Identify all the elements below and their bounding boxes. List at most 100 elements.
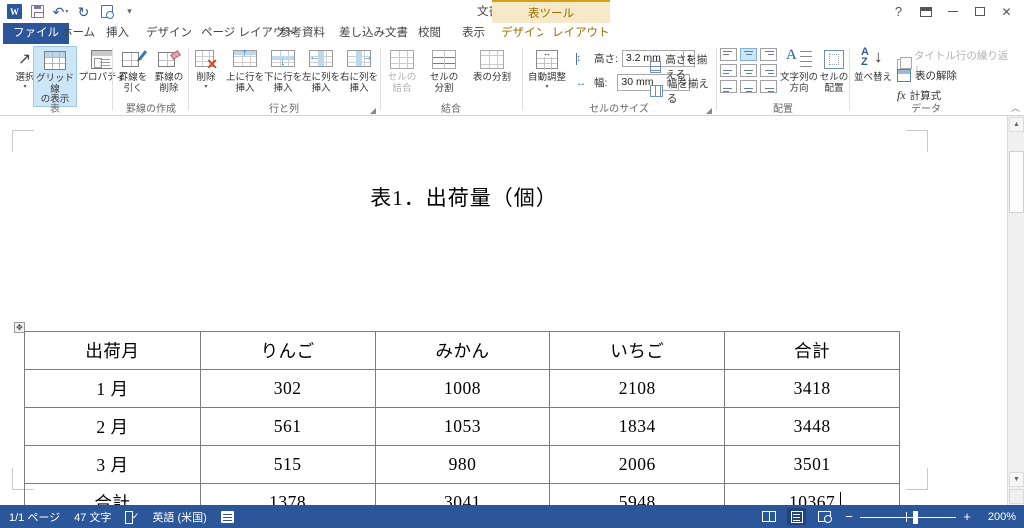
cell-r0-c1[interactable]: 302: [199, 369, 376, 408]
align-middle-center-button[interactable]: [740, 64, 757, 77]
cell-r0-c4[interactable]: 3418: [724, 369, 900, 408]
insert-above-button[interactable]: ↑ 上に行を 挿入: [226, 46, 264, 94]
record-macro-icon[interactable]: [220, 510, 234, 523]
align-top-center-button[interactable]: [740, 48, 757, 61]
vertical-scrollbar[interactable]: ▲ ▼: [1007, 116, 1024, 505]
delete-button[interactable]: ✕ 削除 ▾: [190, 46, 222, 90]
scroll-down-button[interactable]: ▼: [1009, 472, 1024, 487]
tab-view[interactable]: 表示: [453, 23, 494, 44]
table-row[interactable]: 2 月 561 1053 1834 3448: [24, 407, 900, 446]
cell-r3-c3[interactable]: 5948: [549, 483, 726, 505]
header-cell-total[interactable]: 合計: [724, 331, 900, 370]
cell-margins-button[interactable]: セルの 配置: [818, 46, 850, 94]
insert-below-button[interactable]: ↓ 下に行を 挿入: [264, 46, 302, 94]
sort-az-icon: A Z ↓: [861, 46, 883, 68]
text-direction-button[interactable]: A 文字列の 方向: [780, 46, 818, 94]
header-cell-apple[interactable]: りんご: [199, 331, 376, 370]
cell-r2-c0[interactable]: 3 月: [24, 445, 201, 484]
cell-r3-c1[interactable]: 1378: [199, 483, 376, 505]
collapse-ribbon-button[interactable]: ︿: [1011, 101, 1020, 114]
cell-r0-c2[interactable]: 1008: [374, 369, 551, 408]
header-cell-strawberry[interactable]: いちご: [549, 331, 726, 370]
split-table-button[interactable]: 表の分割: [466, 46, 518, 84]
shipment-table[interactable]: 出荷月 りんご みかん いちご 合計 1 月 302 1008 2108 341…: [24, 331, 900, 505]
column-width-label: 幅:: [594, 77, 608, 89]
cell-r1-c4[interactable]: 3448: [724, 407, 900, 446]
insert-left-button[interactable]: ← 左に列を 挿入: [302, 46, 340, 94]
split-cells-button[interactable]: セルの 分割: [424, 46, 464, 94]
help-icon[interactable]: ?: [885, 1, 912, 22]
eraser-label-2: 削除: [159, 82, 179, 94]
split-window-handle[interactable]: [1009, 489, 1024, 504]
insert-right-button[interactable]: → 右に列を 挿入: [340, 46, 378, 94]
autofit-button[interactable]: ↔ 自動調整 ▾: [524, 46, 570, 90]
align-bottom-right-button[interactable]: [760, 80, 777, 93]
convert-to-text-button[interactable]: 表の解除: [897, 68, 957, 83]
zoom-thumb[interactable]: [912, 510, 918, 524]
cell-r0-c3[interactable]: 2108: [549, 369, 726, 408]
read-mode-button[interactable]: [759, 508, 778, 525]
tab-references[interactable]: 参考資料: [270, 23, 334, 44]
table-row[interactable]: 合計 1378 3041 5948 10367: [24, 483, 900, 505]
cell-r2-c2[interactable]: 980: [374, 445, 551, 484]
table-row[interactable]: 3 月 515 980 2006 3501: [24, 445, 900, 484]
cell-r2-c3[interactable]: 2006: [549, 445, 726, 484]
word-count[interactable]: 47 文字: [74, 509, 111, 525]
merge-cells-button[interactable]: セルの 結合: [382, 46, 422, 94]
ribbon-group-data: A Z ↓ 並べ替え タイトル行の繰り返し 表の解除 fx 計算式 データ: [851, 44, 1011, 116]
delete-label: 削除: [196, 72, 216, 83]
proofing-errors-icon[interactable]: [125, 510, 139, 524]
cell-r1-c3[interactable]: 1834: [549, 407, 726, 446]
table-row-header[interactable]: 出荷月 りんご みかん いちご 合計: [24, 331, 900, 370]
chevron-down-icon: ▾: [545, 83, 549, 90]
group-label-table: 表: [50, 104, 60, 115]
zoom-level-label[interactable]: 200%: [982, 511, 1016, 523]
cell-r1-c2[interactable]: 1053: [374, 407, 551, 446]
zoom-out-button[interactable]: −: [843, 509, 855, 524]
document-page[interactable]: 表1．出荷量（個） ✥ 出荷月 りんご みかん いちご 合計 1 月 302 1…: [0, 116, 1007, 505]
rows-columns-dialog-launcher[interactable]: ◢: [370, 106, 376, 115]
tab-mailings[interactable]: 差し込み文書: [330, 23, 417, 44]
cell-r0-c0[interactable]: 1 月: [24, 369, 201, 408]
tab-review[interactable]: 校閲: [409, 23, 450, 44]
scroll-up-button[interactable]: ▲: [1009, 117, 1024, 132]
print-layout-button[interactable]: [787, 508, 806, 525]
page-indicator[interactable]: 1/1 ページ: [9, 509, 60, 525]
align-bottom-left-button[interactable]: [720, 80, 737, 93]
align-middle-right-button[interactable]: [760, 64, 777, 77]
align-middle-left-button[interactable]: [720, 64, 737, 77]
tab-insert[interactable]: 挿入: [97, 23, 138, 44]
cell-size-dialog-launcher[interactable]: ◢: [706, 106, 712, 115]
view-gridlines-button[interactable]: グリッド線 の表示: [33, 46, 77, 107]
language-indicator[interactable]: 英語 (米国): [152, 509, 206, 525]
cell-r3-c0[interactable]: 合計: [24, 483, 201, 505]
sort-button[interactable]: A Z ↓ 並べ替え: [851, 46, 895, 84]
scrollbar-thumb[interactable]: [1009, 151, 1024, 213]
minimize-button[interactable]: [939, 1, 966, 22]
close-button[interactable]: ✕: [993, 1, 1020, 22]
eraser-button[interactable]: 罫線の 削除: [151, 46, 187, 94]
cell-r2-c4[interactable]: 3501: [724, 445, 900, 484]
ribbon-display-options-icon[interactable]: [912, 1, 939, 22]
draw-table-button[interactable]: 罫線を 引く: [115, 46, 151, 94]
cell-r1-c0[interactable]: 2 月: [24, 407, 201, 446]
header-cell-orange[interactable]: みかん: [374, 331, 551, 370]
zoom-track[interactable]: [860, 510, 956, 524]
zoom-slider[interactable]: − +: [843, 509, 973, 524]
zoom-in-button[interactable]: +: [961, 509, 973, 524]
table-row[interactable]: 1 月 302 1008 2108 3418: [24, 369, 900, 408]
document-area[interactable]: 表1．出荷量（個） ✥ 出荷月 りんご みかん いちご 合計 1 月 302 1…: [0, 116, 1024, 505]
cell-r3-c4[interactable]: 10367: [724, 483, 900, 505]
align-top-right-button[interactable]: [760, 48, 777, 61]
align-bottom-center-button[interactable]: [740, 80, 757, 93]
insert-column-left-icon: ←: [302, 46, 340, 72]
header-cell-month[interactable]: 出荷月: [24, 331, 201, 370]
cell-r1-c1[interactable]: 561: [199, 407, 376, 446]
cell-r2-c1[interactable]: 515: [199, 445, 376, 484]
ribbon-group-table: ↖ 選択 ▾ グリッド線 の表示 プロパティ 表: [0, 44, 125, 116]
maximize-button[interactable]: [966, 1, 993, 22]
cell-r3-c2[interactable]: 3041: [374, 483, 551, 505]
align-top-left-button[interactable]: [720, 48, 737, 61]
web-layout-button[interactable]: [815, 508, 834, 525]
tab-table-layout[interactable]: レイアウト: [543, 23, 619, 44]
